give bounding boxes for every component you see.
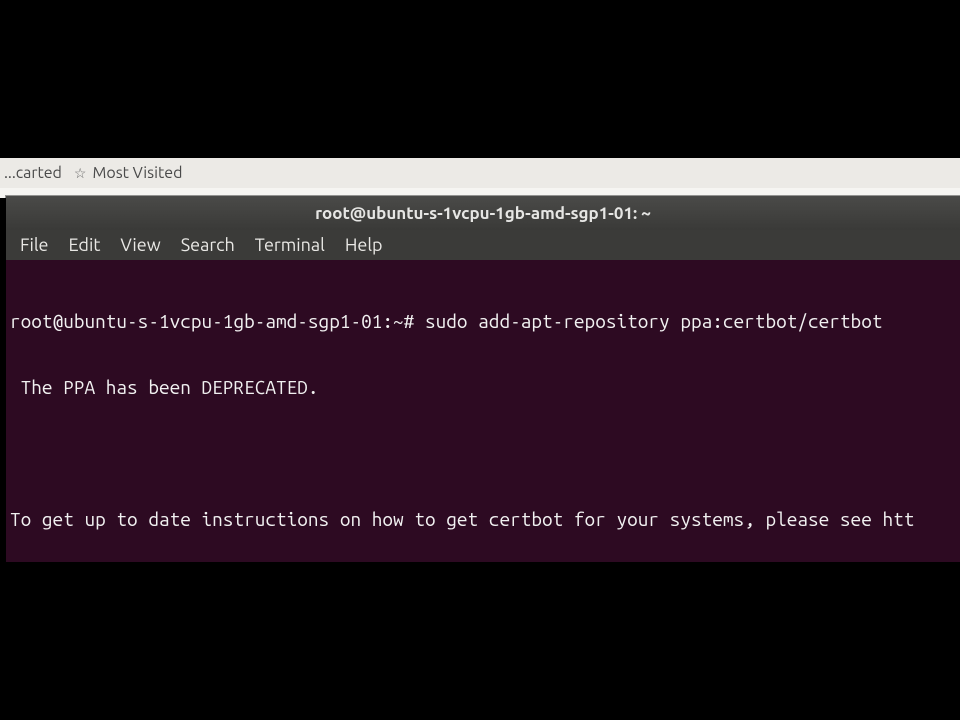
terminal-blank-line (10, 442, 958, 464)
terminal-line: root@ubuntu-s-1vcpu-1gb-amd-sgp1-01:~# s… (10, 310, 958, 332)
bookmark-label: ...carted (4, 164, 62, 182)
terminal-titlebar[interactable]: root@ubuntu-s-1vcpu-1gb-amd-sgp1-01: ~ (6, 196, 960, 230)
terminal-title-text: root@ubuntu-s-1vcpu-1gb-amd-sgp1-01: ~ (315, 204, 651, 223)
bookmark-label: Most Visited (92, 164, 182, 182)
star-icon: ☆ (74, 166, 87, 180)
bookmark-item[interactable]: ...carted (4, 164, 62, 182)
letterbox-top (0, 0, 960, 158)
menu-search[interactable]: Search (171, 230, 245, 260)
terminal-window: root@ubuntu-s-1vcpu-1gb-amd-sgp1-01: ~ F… (6, 196, 960, 562)
terminal-line: The PPA has been DEPRECATED. (10, 376, 958, 398)
terminal-line: To get up to date instructions on how to… (10, 508, 958, 530)
menu-terminal[interactable]: Terminal (245, 230, 335, 260)
terminal-body[interactable]: root@ubuntu-s-1vcpu-1gb-amd-sgp1-01:~# s… (6, 260, 960, 562)
menu-view[interactable]: View (110, 230, 170, 260)
menu-file[interactable]: File (6, 230, 59, 260)
bookmark-item[interactable]: ☆ Most Visited (74, 164, 183, 182)
menu-help[interactable]: Help (335, 230, 393, 260)
browser-bookmark-bar: ...carted ☆ Most Visited (0, 158, 960, 188)
menu-edit[interactable]: Edit (59, 230, 111, 260)
terminal-menubar: File Edit View Search Terminal Help (6, 230, 960, 260)
letterbox-bottom (0, 562, 960, 720)
